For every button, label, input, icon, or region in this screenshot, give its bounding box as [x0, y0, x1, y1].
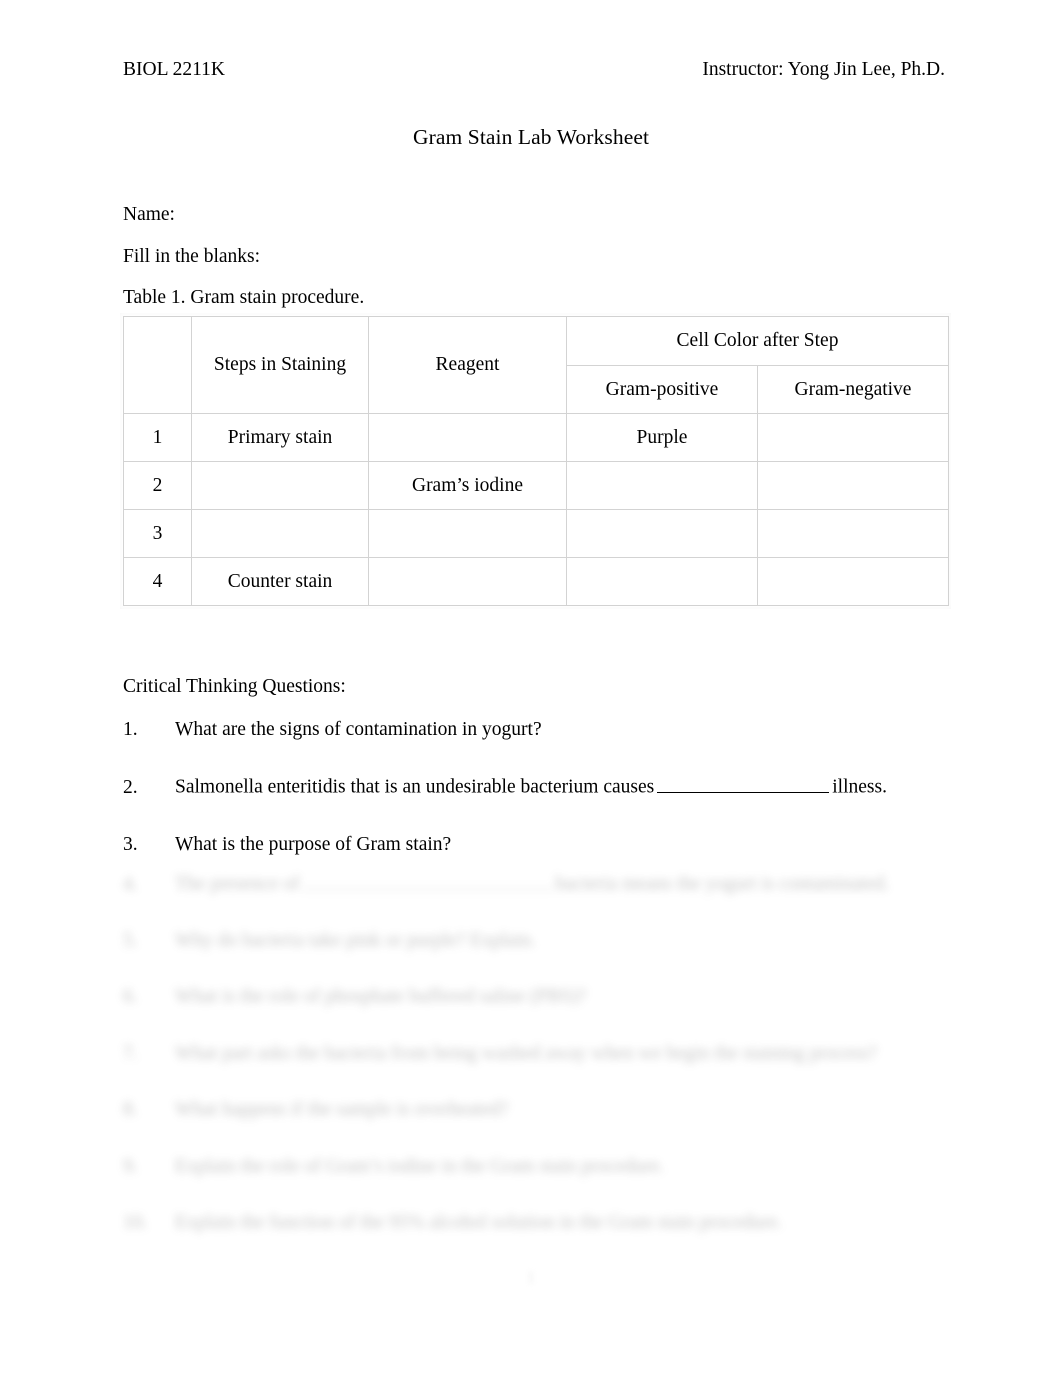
cell-gram-positive: Purple — [566, 413, 758, 462]
header-reagent: Reagent — [368, 316, 567, 414]
fill-in-the-blanks-label: Fill in the blanks: — [123, 245, 953, 268]
question-number: 9. — [123, 1155, 138, 1177]
question-text: Salmonella enteritidis that is an undesi… — [175, 775, 953, 799]
cell-step-name[interactable] — [191, 509, 369, 558]
header-number — [123, 316, 192, 414]
gram-stain-table: Steps in Staining Reagent Cell Color aft… — [123, 316, 949, 606]
critical-thinking-questions: Critical Thinking Questions: 1. What are… — [123, 675, 953, 891]
cell-reagent[interactable] — [368, 413, 567, 462]
question-item-masked: 4. The presence of bacteria means the yog… — [123, 872, 953, 896]
header-steps-in-staining: Steps in Staining — [191, 316, 369, 414]
cell-step-number: 4 — [123, 557, 192, 606]
cell-reagent[interactable] — [368, 557, 567, 606]
question-number: 1. — [123, 719, 138, 740]
page-title: Gram Stain Lab Worksheet — [412, 125, 650, 149]
cell-gram-positive[interactable] — [566, 557, 758, 606]
questions-heading-text: Critical Thinking Questions: — [123, 676, 346, 697]
name-label: Name: — [123, 204, 175, 225]
table-header-row-top: Steps in Staining Reagent Cell Color aft… — [123, 316, 949, 414]
table-row: 2 Gram’s iodine — [123, 461, 949, 510]
instructor-name: Instructor: Yong Jin Lee, Ph.D. — [702, 59, 945, 80]
question-number: 10. — [123, 1211, 148, 1233]
cell-step-name: Primary stain — [191, 413, 369, 462]
cell-gram-negative[interactable] — [757, 413, 949, 462]
question-item-masked: 8. What happens if the sample is overhea… — [123, 1098, 953, 1121]
fill-in-the-blanks-text: Fill in the blanks: — [123, 245, 261, 267]
question-text-before: What are the signs of contamination in y… — [175, 719, 542, 740]
table-caption: Table 1. Gram stain procedure. — [123, 287, 365, 308]
question-text-before: What is the purpose of Gram stain? — [175, 834, 452, 856]
cell-reagent: Gram’s iodine — [368, 461, 567, 510]
answer-blank[interactable] — [657, 775, 830, 793]
question-item-masked: 7. What part asks the bacteria from bein… — [123, 1042, 953, 1065]
question-text: What happens if the sample is overheated… — [175, 1099, 509, 1121]
document-header: BIOL 2211K Instructor: Yong Jin Lee, Ph.… — [123, 58, 945, 82]
question-item: 3. What is the purpose of Gram stain? — [123, 833, 953, 856]
question-text-before: The presence of — [175, 873, 300, 895]
question-text-after: bacteria means the yogurt is contaminate… — [555, 873, 890, 895]
question-number: 2. — [123, 776, 138, 798]
cell-reagent[interactable] — [368, 509, 567, 558]
answer-blank — [302, 872, 553, 890]
question-number: 4. — [123, 873, 138, 895]
question-item-masked: 5. Why do bacteria take pink or purple? … — [123, 929, 953, 952]
cell-step-number: 1 — [123, 413, 192, 462]
cell-gram-negative[interactable] — [757, 557, 949, 606]
question-text: Explain the role of Gram’s iodine in the… — [175, 1155, 664, 1177]
question-text-after: illness. — [832, 776, 887, 798]
question-text: What are the signs of contamination in y… — [175, 718, 953, 741]
course-code: BIOL 2211K — [123, 59, 226, 80]
cell-step-name[interactable] — [191, 461, 369, 510]
question-item: 1. What are the signs of contamination i… — [123, 718, 953, 741]
question-number: 3. — [123, 834, 138, 856]
header-gram-negative: Gram-negative — [757, 365, 949, 414]
question-text-before: Salmonella enteritidis that is an undesi… — [175, 776, 655, 798]
gram-stain-table-wrapper: Steps in Staining Reagent Cell Color aft… — [123, 316, 949, 606]
cell-gram-negative[interactable] — [757, 461, 949, 510]
question-item: 2. Salmonella enteritidis that is an und… — [123, 775, 953, 799]
worksheet-page: BIOL 2211K Instructor: Yong Jin Lee, Ph.… — [0, 0, 1062, 1377]
cell-step-name: Counter stain — [191, 557, 369, 606]
question-item-masked: 9. Explain the role of Gram’s iodine in … — [123, 1155, 953, 1178]
table-row: 1 Primary stain Purple — [123, 413, 949, 462]
blurred-questions-region: 4. The presence of bacteria means the yog… — [123, 872, 953, 1267]
header-cell-color-after-step: Cell Color after Step — [566, 316, 949, 366]
page-number: 1 — [526, 1268, 536, 1287]
cell-gram-positive[interactable] — [566, 509, 758, 558]
question-number: 6. — [123, 986, 138, 1008]
cell-gram-negative[interactable] — [757, 509, 949, 558]
cell-step-number: 3 — [123, 509, 192, 558]
question-text: What part asks the bacteria from being w… — [175, 1042, 877, 1064]
question-item-masked: 10. Explain the function of the 95% alco… — [123, 1211, 953, 1234]
question-number: 5. — [123, 929, 138, 951]
table-row: 4 Counter stain — [123, 557, 949, 606]
question-number: 8. — [123, 1099, 138, 1121]
cell-gram-positive[interactable] — [566, 461, 758, 510]
question-item-masked: 6. What is the role of phosphate buffere… — [123, 985, 953, 1008]
question-text: The presence of bacteria means the yogurt… — [175, 872, 953, 896]
question-text: What is the role of phosphate buffered s… — [175, 986, 587, 1008]
question-text: Explain the function of the 95% alcohol … — [175, 1211, 783, 1233]
question-text: What is the purpose of Gram stain? — [175, 833, 953, 856]
cell-step-number: 2 — [123, 461, 192, 510]
intro-block: Name: Fill in the blanks: Table 1. Gram … — [123, 203, 953, 309]
questions-heading: Critical Thinking Questions: — [123, 675, 953, 698]
question-text: Why do bacteria take pink or purple? Exp… — [175, 929, 536, 951]
header-gram-positive: Gram-positive — [566, 365, 758, 414]
question-number: 7. — [123, 1042, 138, 1064]
table-row: 3 — [123, 509, 949, 558]
